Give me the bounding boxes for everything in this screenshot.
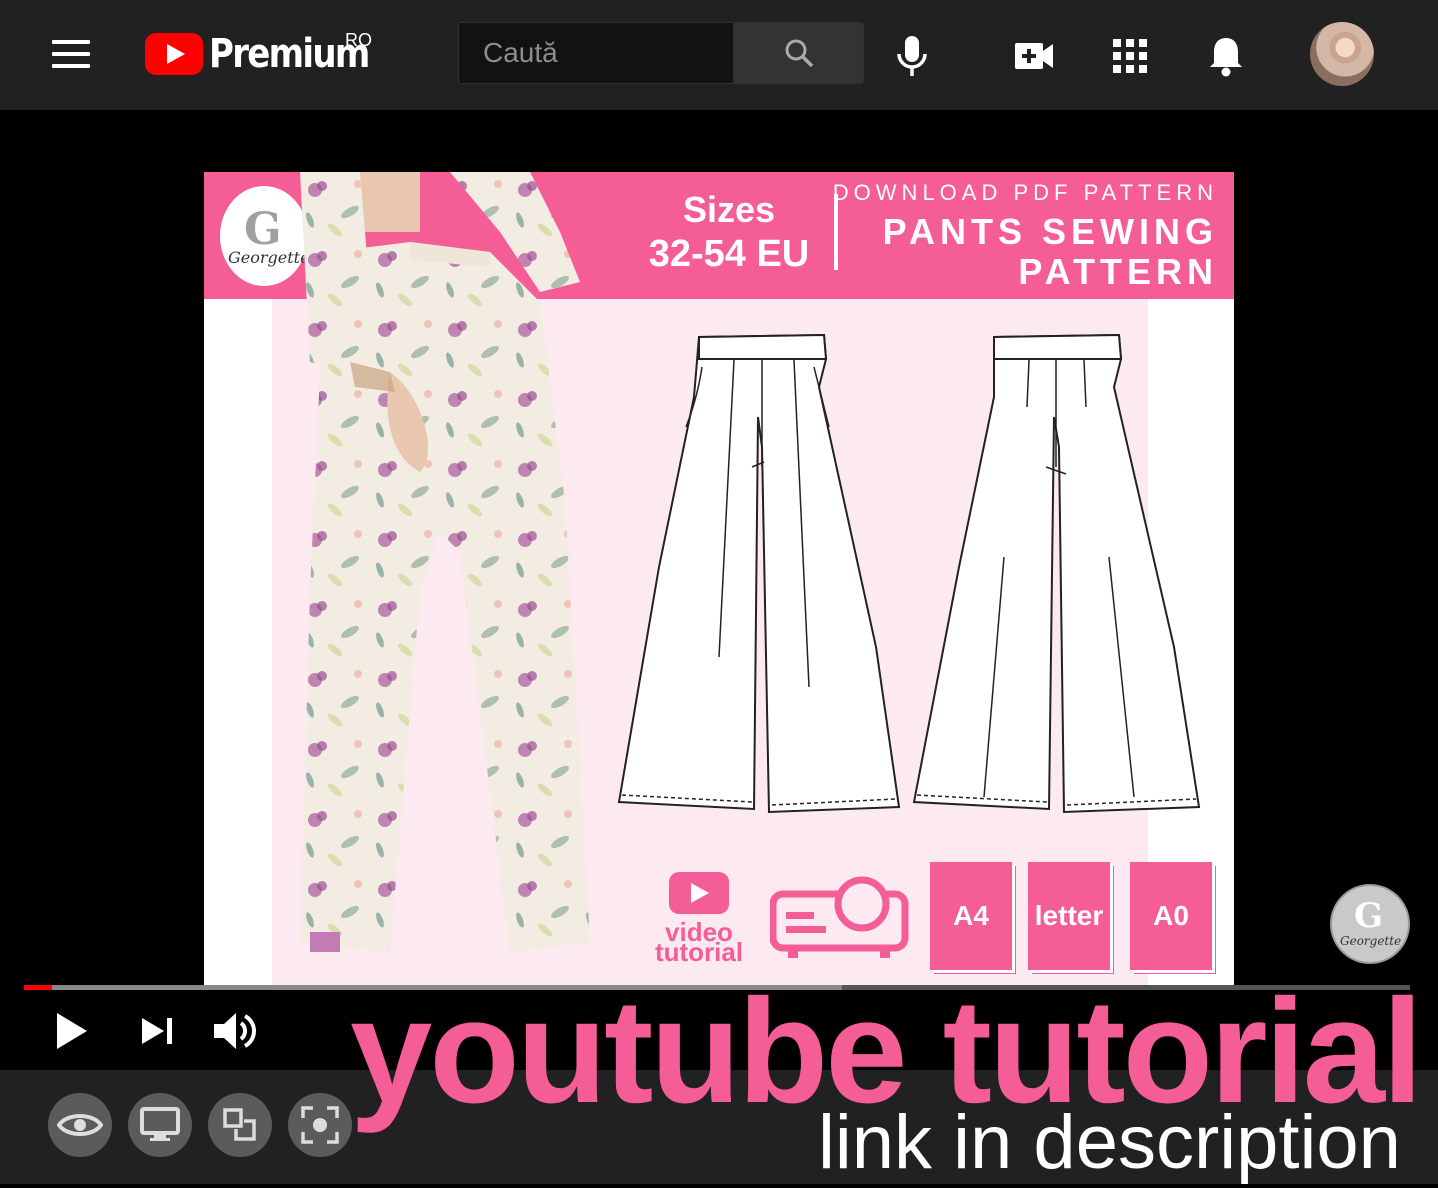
region-label: RO [345, 30, 372, 50]
apps-button[interactable] [1102, 28, 1158, 84]
next-button[interactable] [132, 1006, 182, 1056]
apps-grid-icon [1113, 39, 1147, 73]
projector-icon [770, 876, 909, 958]
notifications-button[interactable] [1198, 28, 1254, 84]
pip-icon [223, 1108, 256, 1141]
create-video-icon [1015, 43, 1053, 69]
eye-icon [57, 1114, 103, 1136]
search-button[interactable] [734, 22, 864, 84]
channel-watermark[interactable]: G Georgette [1330, 884, 1410, 964]
download-label: DOWNLOAD PDF PATTERN [832, 180, 1218, 205]
top-bar: Premium RO [0, 0, 1438, 110]
search-icon [785, 39, 813, 68]
youtube-logo-icon [145, 33, 203, 75]
microphone-icon [897, 36, 927, 76]
next-icon [142, 1018, 172, 1044]
format-letter: letter [1028, 862, 1110, 970]
screenshot-icon [301, 1106, 339, 1144]
screenshot-button[interactable] [288, 1093, 352, 1157]
volume-icon [214, 1013, 256, 1049]
progress-played [24, 985, 52, 990]
eye-button[interactable] [48, 1093, 112, 1157]
display-icon [140, 1107, 180, 1141]
search-input[interactable] [459, 23, 733, 83]
search-box [458, 22, 734, 84]
pattern-title: PANTS SEWING PATTERN [882, 211, 1218, 292]
play-icon [57, 1013, 87, 1049]
format-a4: A4 [930, 862, 1012, 970]
subline-text: link in description [818, 1100, 1401, 1185]
create-button[interactable] [1006, 28, 1062, 84]
format-a0: A0 [1130, 862, 1212, 970]
video-tutorial-badge: video tutorial [644, 872, 754, 965]
pip-button[interactable] [208, 1093, 272, 1157]
play-badge-icon [669, 872, 729, 914]
notifications-bell-icon [1210, 38, 1242, 77]
display-button[interactable] [128, 1093, 192, 1157]
sizes-label: Sizes [682, 189, 776, 230]
sizes-range: 32-54 EU [648, 233, 810, 275]
video-frame[interactable]: G Georgette Sizes 32-54 EU DOWNLOAD PDF … [204, 172, 1234, 988]
sizes-block: Sizes 32-54 EU [624, 190, 834, 278]
voice-search-button[interactable] [884, 28, 940, 84]
pants-technical-drawings [617, 333, 1201, 814]
play-button[interactable] [46, 1006, 96, 1056]
georgette-logo: G Georgette [220, 186, 310, 286]
account-avatar[interactable] [1310, 22, 1374, 86]
menu-icon[interactable] [52, 40, 92, 68]
model-photo [300, 172, 590, 952]
volume-button[interactable] [210, 1006, 260, 1056]
youtube-logo[interactable]: Premium RO [145, 28, 397, 80]
